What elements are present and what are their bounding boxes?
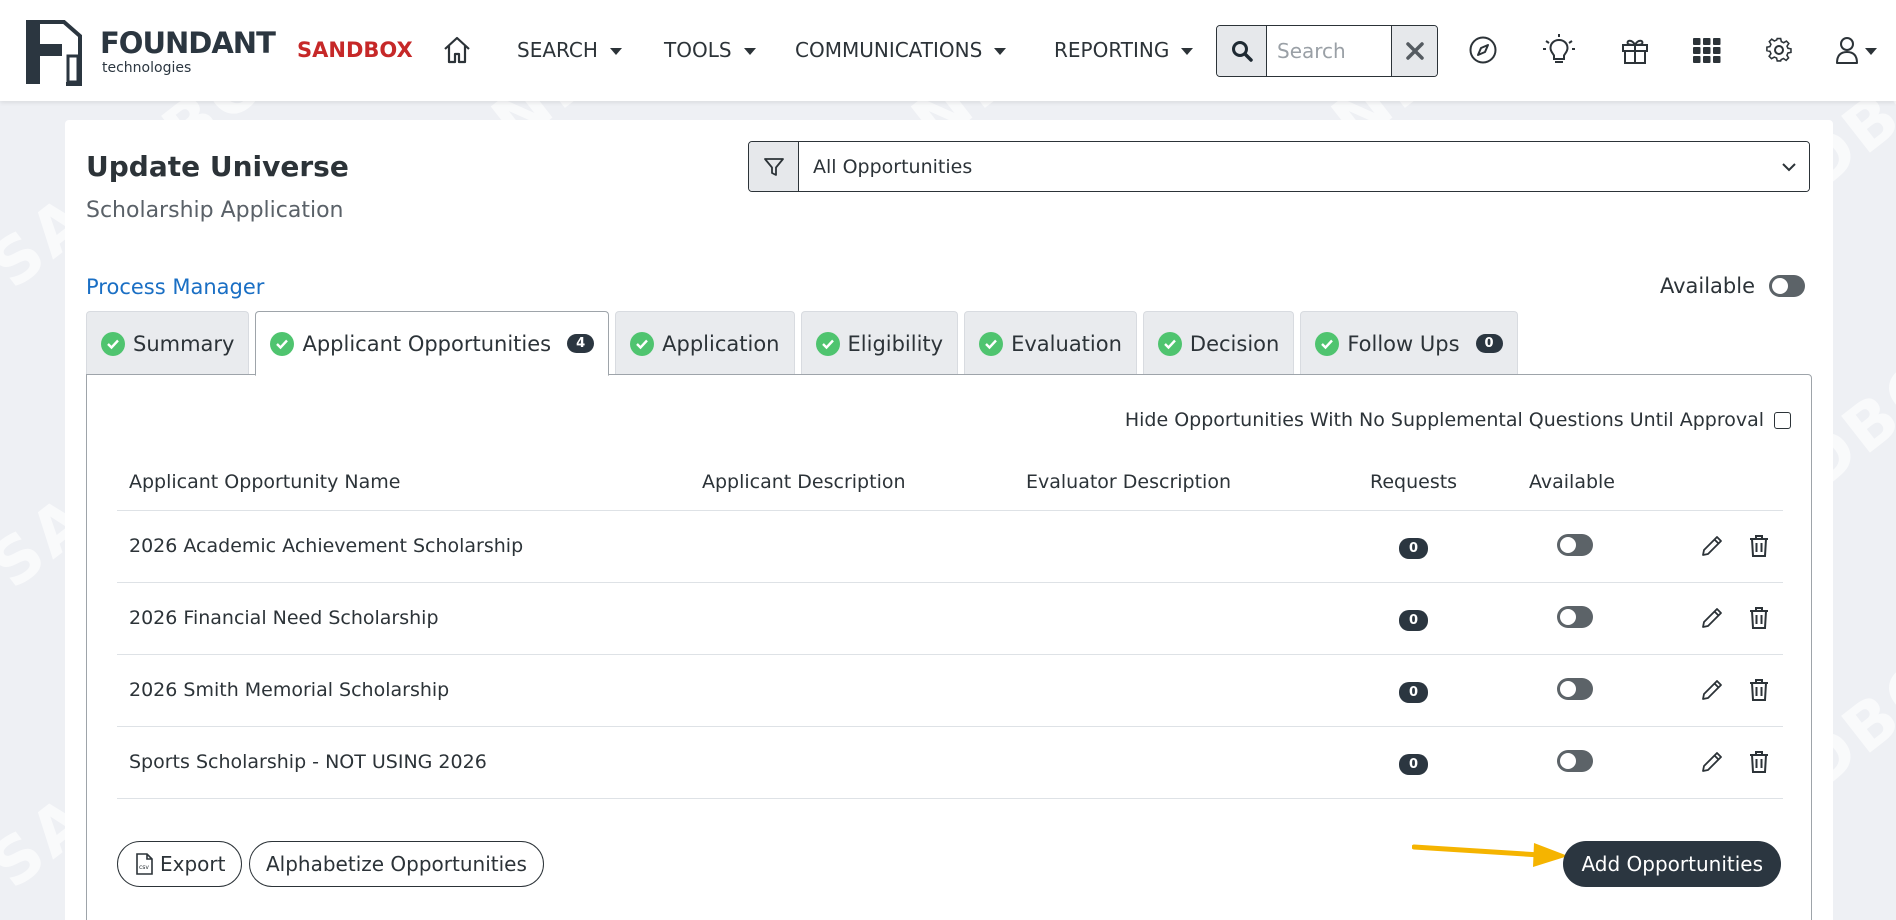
page-subtitle: Scholarship Application <box>86 198 344 223</box>
opportunity-name: 2026 Academic Achievement Scholarship <box>129 535 524 557</box>
column-header-applicant-description: Applicant Description <box>702 471 906 493</box>
foundant-logo-mark-icon <box>26 20 82 86</box>
page-title: Update Universe <box>86 150 349 183</box>
opportunity-filter: All Opportunities <box>748 141 1810 192</box>
search-button[interactable] <box>1217 26 1267 76</box>
chevron-down-icon <box>994 47 1007 55</box>
tab-application[interactable]: Application <box>615 311 795 375</box>
csv-file-icon: csv <box>136 853 153 875</box>
check-circle-icon <box>1315 331 1340 356</box>
process-manager-link[interactable]: Process Manager <box>86 275 264 299</box>
check-circle-icon <box>101 331 125 356</box>
opportunity-name: 2026 Smith Memorial Scholarship <box>129 679 450 701</box>
check-circle-icon <box>270 331 295 356</box>
pointer-arrow-annotation <box>1412 843 1568 867</box>
hide-opportunities-option: Hide Opportunities With No Supplemental … <box>1125 409 1791 431</box>
available-toggle[interactable] <box>1557 606 1593 628</box>
nav-tools-menu[interactable]: TOOLS <box>664 38 756 62</box>
available-toggle[interactable] <box>1557 750 1593 772</box>
tab-count-badge: 4 <box>567 334 595 353</box>
logo-subtext: technologies <box>102 60 192 76</box>
process-available-toggle[interactable] <box>1769 275 1805 297</box>
available-toggle[interactable] <box>1557 678 1593 700</box>
nav-communications-menu[interactable]: COMMUNICATIONS <box>795 38 1007 62</box>
requests-count-badge: 0 <box>1399 682 1429 703</box>
trash-icon[interactable] <box>1744 603 1774 633</box>
trash-icon[interactable] <box>1744 747 1774 777</box>
user-icon <box>1836 37 1858 64</box>
available-label: Available <box>1659 274 1755 298</box>
pencil-icon[interactable] <box>1697 603 1727 633</box>
column-header-available: Available <box>1529 471 1616 493</box>
applicant-opportunities-panel: Hide Opportunities With No Supplemental … <box>86 374 1812 920</box>
requests-count-badge: 0 <box>1399 538 1429 559</box>
tab-eligibility[interactable]: Eligibility <box>800 311 959 375</box>
table-header: Applicant Opportunity Name Applicant Des… <box>117 457 1783 511</box>
process-tabs: Summary Applicant Opportunities 4 Applic… <box>86 311 1518 376</box>
process-available-control: Available <box>1660 274 1805 298</box>
opportunity-name: Sports Scholarship - NOT USING 2026 <box>129 751 487 773</box>
tab-applicant-opportunities[interactable]: Applicant Opportunities 4 <box>255 311 610 376</box>
available-toggle[interactable] <box>1557 534 1593 556</box>
global-search <box>1216 25 1438 77</box>
tab-count-badge: 0 <box>1475 334 1503 353</box>
trash-icon[interactable] <box>1744 531 1774 561</box>
tab-summary[interactable]: Summary <box>86 311 250 375</box>
column-header-evaluator-description: Evaluator Description <box>1026 471 1231 493</box>
search-icon <box>1231 41 1253 62</box>
check-circle-icon <box>630 331 655 356</box>
top-navigation-bar: FOUNDANT technologies SANDBOX SEARCH TOO… <box>0 0 1896 101</box>
svg-text:csv: csv <box>139 864 149 871</box>
opportunity-name: 2026 Financial Need Scholarship <box>129 607 439 629</box>
table-row: 2026 Financial Need Scholarship 0 <box>117 583 1783 655</box>
requests-count-badge: 0 <box>1399 754 1429 775</box>
requests-count-badge: 0 <box>1399 610 1429 631</box>
chevron-down-icon <box>609 47 622 55</box>
check-circle-icon <box>979 331 1004 356</box>
hide-opportunities-label: Hide Opportunities With No Supplemental … <box>1124 409 1764 431</box>
compass-icon[interactable] <box>1466 33 1500 67</box>
hide-opportunities-checkbox[interactable] <box>1774 411 1791 429</box>
search-input[interactable] <box>1267 26 1391 76</box>
lightbulb-icon[interactable] <box>1542 33 1576 67</box>
home-icon[interactable] <box>441 34 473 66</box>
gear-icon[interactable] <box>1762 33 1796 67</box>
tab-follow-ups[interactable]: Follow Ups 0 <box>1300 311 1518 375</box>
add-opportunities-button[interactable]: Add Opportunities <box>1563 841 1781 887</box>
opportunity-filter-select[interactable]: All Opportunities <box>799 142 1809 191</box>
user-menu[interactable] <box>1833 33 1879 67</box>
filter-icon <box>749 142 799 191</box>
chevron-down-icon <box>743 47 756 55</box>
nav-reporting-menu[interactable]: REPORTING <box>1054 38 1194 62</box>
tab-decision[interactable]: Decision <box>1142 311 1295 375</box>
tab-evaluation[interactable]: Evaluation <box>964 311 1137 375</box>
apps-grid-icon[interactable] <box>1690 33 1724 67</box>
clear-search-button[interactable] <box>1391 26 1437 76</box>
pencil-icon[interactable] <box>1697 675 1727 705</box>
check-circle-icon <box>815 331 840 356</box>
pencil-icon[interactable] <box>1697 747 1727 777</box>
foundant-logo[interactable]: FOUNDANT technologies <box>24 18 276 86</box>
table-row: 2026 Academic Achievement Scholarship 0 <box>117 511 1783 583</box>
check-circle-icon <box>1157 331 1182 356</box>
close-icon <box>1405 42 1424 60</box>
logo-wordmark: FOUNDANT <box>100 26 276 60</box>
nav-search-menu[interactable]: SEARCH <box>517 38 622 62</box>
main-card: Update Universe Scholarship Application … <box>65 120 1833 920</box>
alphabetize-opportunities-button[interactable]: Alphabetize Opportunities <box>249 841 544 887</box>
gift-icon[interactable] <box>1618 33 1652 67</box>
export-button[interactable]: csv Export <box>117 841 243 887</box>
chevron-down-icon <box>1782 162 1796 171</box>
trash-icon[interactable] <box>1744 675 1774 705</box>
column-header-name: Applicant Opportunity Name <box>129 471 401 493</box>
column-header-requests: Requests <box>1370 471 1458 493</box>
pencil-icon[interactable] <box>1697 531 1727 561</box>
table-row: 2026 Smith Memorial Scholarship 0 <box>117 655 1783 727</box>
chevron-down-icon <box>1181 47 1194 55</box>
environment-label: SANDBOX <box>297 38 413 62</box>
table-row: Sports Scholarship - NOT USING 2026 0 <box>117 727 1783 799</box>
chevron-down-icon <box>1865 47 1877 55</box>
